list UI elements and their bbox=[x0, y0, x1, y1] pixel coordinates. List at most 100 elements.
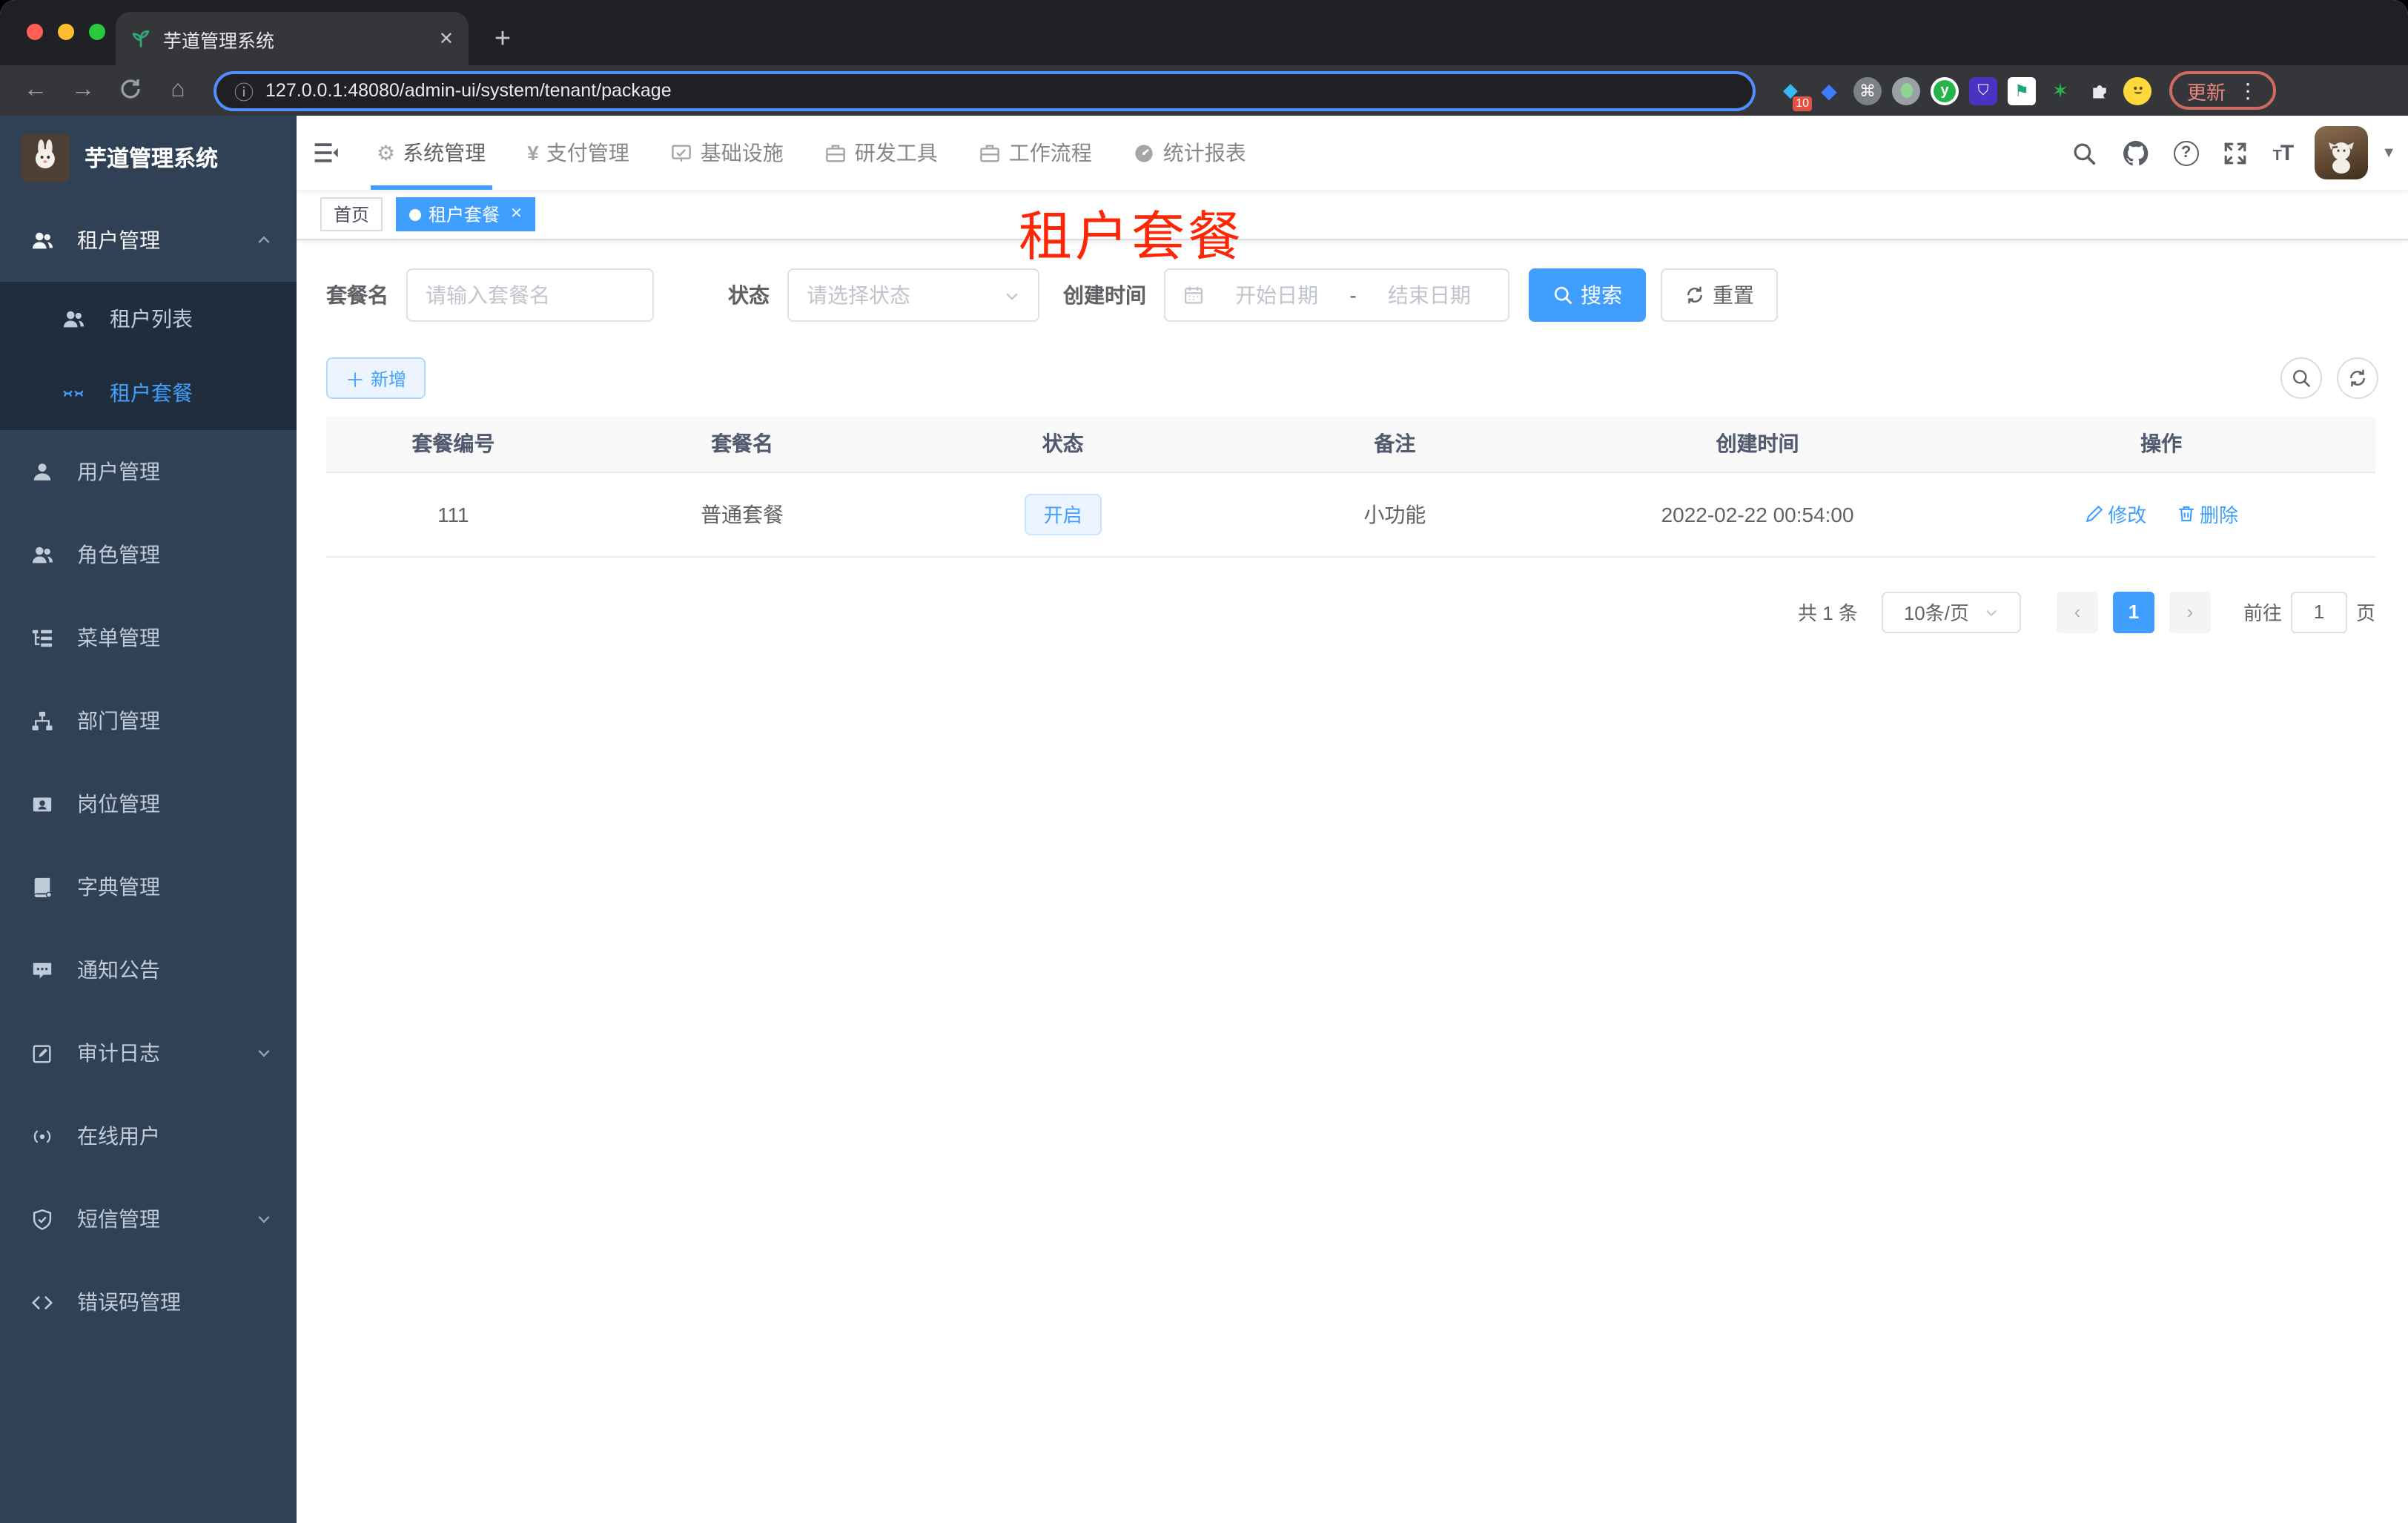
address-bar[interactable]: ⓘ 127.0.0.1:48080/admin-ui/system/tenant… bbox=[214, 70, 1756, 110]
current-page-button[interactable]: 1 bbox=[2112, 591, 2154, 632]
sidebar-item-tenant-management[interactable]: 租户管理 bbox=[0, 199, 297, 282]
delete-link[interactable]: 删除 bbox=[2176, 500, 2238, 528]
next-page-button[interactable]: › bbox=[2169, 591, 2211, 632]
close-window-button[interactable] bbox=[27, 24, 43, 40]
sidebar-item-dict-management[interactable]: 字典管理 bbox=[0, 845, 297, 928]
extensions-row: ◆ 10 ◆ ⌘ y ⛉ ⚑ ✶ bbox=[1776, 76, 2151, 110]
log-edit-icon bbox=[31, 1042, 53, 1064]
extension-smiley-icon[interactable] bbox=[2123, 76, 2151, 105]
zoom-window-button[interactable] bbox=[89, 24, 105, 40]
eyelash-icon bbox=[62, 382, 85, 404]
refresh-table-button[interactable] bbox=[2337, 357, 2378, 399]
extension-blue-diamond-icon[interactable]: ◆ 10 bbox=[1776, 76, 1812, 110]
sidebar-item-dept-management[interactable]: 部门管理 bbox=[0, 679, 297, 762]
sidebar-item-online-users[interactable]: 在线用户 bbox=[0, 1094, 297, 1177]
help-icon[interactable]: ? bbox=[2173, 140, 2199, 165]
home-button[interactable]: ⌂ bbox=[157, 77, 199, 104]
top-menu-label: 研发工具 bbox=[854, 141, 938, 165]
top-menu-system[interactable]: ⚙ 系统管理 bbox=[356, 116, 506, 190]
extension-gem-icon[interactable]: ◆ bbox=[1815, 76, 1843, 105]
sidebar-item-post-management[interactable]: 岗位管理 bbox=[0, 762, 297, 845]
top-menu-payment[interactable]: ¥ 支付管理 bbox=[506, 116, 650, 190]
sidebar-item-label: 租户套餐 bbox=[110, 381, 193, 405]
goto-page-input[interactable] bbox=[2290, 591, 2347, 632]
date-range-picker[interactable]: 开始日期 - 结束日期 bbox=[1164, 268, 1509, 322]
sidebar-item-role-management[interactable]: 角色管理 bbox=[0, 513, 297, 596]
browser-tab[interactable]: 芋道管理系统 ✕ bbox=[116, 12, 469, 65]
sidebar-item-sms-management[interactable]: 短信管理 bbox=[0, 1177, 297, 1261]
tab-close-icon[interactable]: ✕ bbox=[439, 28, 454, 49]
fullscreen-icon[interactable] bbox=[2221, 138, 2251, 168]
col-package-name: 套餐名 bbox=[580, 417, 904, 472]
end-date-placeholder[interactable]: 结束日期 bbox=[1369, 280, 1490, 310]
browser-menu-icon[interactable]: ⋮ bbox=[2237, 78, 2258, 103]
page-size-select[interactable]: 10条/页 bbox=[1881, 591, 2021, 632]
peoples-icon bbox=[31, 229, 53, 251]
avatar-caret-icon[interactable]: ▼ bbox=[2381, 145, 2396, 161]
puzzle-icon bbox=[2092, 85, 2106, 99]
extension-puzzle-icon[interactable] bbox=[2085, 76, 2113, 105]
search-button[interactable]: 搜索 bbox=[1529, 268, 1646, 322]
extension-grey-circle-icon[interactable] bbox=[1892, 76, 1920, 105]
sidebar-item-notice[interactable]: 通知公告 bbox=[0, 928, 297, 1011]
tag-close-icon[interactable]: ✕ bbox=[510, 206, 523, 222]
edit-pencil-icon bbox=[2085, 505, 2103, 523]
sidebar-menu: 租户管理 租户列表 租户套餐 用户管理 角色管理 菜单管理 部门管理 岗位管理 … bbox=[0, 199, 297, 1523]
extension-command-icon[interactable]: ⌘ bbox=[1853, 76, 1882, 105]
tag-tenant-package[interactable]: 租户套餐 ✕ bbox=[396, 197, 536, 231]
extension-green-flag-icon[interactable]: ⚑ bbox=[2008, 76, 2036, 105]
macos-traffic-lights[interactable] bbox=[27, 24, 105, 40]
sidebar-item-audit-log[interactable]: 审计日志 bbox=[0, 1011, 297, 1094]
browser-update-button[interactable]: 更新 ⋮ bbox=[2169, 71, 2277, 110]
site-info-icon[interactable]: ⓘ bbox=[234, 76, 254, 105]
table-toolbar: ＋ 新增 bbox=[326, 357, 2378, 399]
package-name-input[interactable]: 请输入套餐名 bbox=[406, 268, 654, 322]
add-button[interactable]: ＋ 新增 bbox=[326, 357, 426, 399]
sidebar-submenu-tenant: 租户列表 租户套餐 bbox=[0, 282, 297, 430]
tab-title: 芋道管理系统 bbox=[163, 30, 275, 51]
forward-button[interactable]: → bbox=[62, 77, 104, 104]
new-tab-button[interactable]: + bbox=[483, 24, 522, 56]
top-menu-dev-tools[interactable]: 研发工具 bbox=[804, 116, 959, 190]
sidebar-item-label: 租户列表 bbox=[110, 307, 193, 331]
hamburger-icon bbox=[314, 143, 338, 162]
start-date-placeholder[interactable]: 开始日期 bbox=[1216, 280, 1337, 310]
status-badge[interactable]: 开启 bbox=[1024, 493, 1102, 535]
sidebar-item-error-code[interactable]: 错误码管理 bbox=[0, 1261, 297, 1344]
font-size-icon[interactable]: TT bbox=[2273, 140, 2295, 165]
prev-page-button[interactable]: ‹ bbox=[2056, 591, 2098, 632]
reload-button[interactable] bbox=[110, 77, 151, 104]
toggle-search-button[interactable] bbox=[2280, 357, 2322, 399]
extension-green-star-icon[interactable]: ✶ bbox=[2046, 76, 2074, 105]
github-icon[interactable] bbox=[2122, 138, 2151, 168]
sidebar-collapse-button[interactable] bbox=[297, 139, 356, 166]
reload-icon bbox=[121, 79, 140, 99]
edit-link[interactable]: 修改 bbox=[2084, 500, 2146, 528]
table-header-row: 套餐编号 套餐名 状态 备注 创建时间 操作 bbox=[326, 417, 2375, 472]
status-select[interactable]: 请选择状态 bbox=[787, 268, 1039, 322]
user-avatar[interactable] bbox=[2315, 126, 2369, 179]
extension-y-green-icon[interactable]: y bbox=[1931, 76, 1959, 105]
sidebar-item-menu-management[interactable]: 菜单管理 bbox=[0, 596, 297, 679]
sidebar-item-label: 通知公告 bbox=[77, 958, 160, 982]
tag-home[interactable]: 首页 bbox=[320, 197, 383, 231]
sidebar-item-tenant-package[interactable]: 租户套餐 bbox=[0, 356, 297, 430]
calendar-icon bbox=[1183, 285, 1204, 305]
top-menu-report[interactable]: 统计报表 bbox=[1113, 116, 1267, 190]
extension-purple-shield-icon[interactable]: ⛉ bbox=[1969, 76, 1997, 105]
header-search-icon[interactable] bbox=[2070, 138, 2100, 168]
sidebar-item-user-management[interactable]: 用户管理 bbox=[0, 430, 297, 513]
sidebar-item-tenant-list[interactable]: 租户列表 bbox=[0, 282, 297, 356]
sidebar-logo[interactable]: 芋道管理系统 bbox=[0, 116, 297, 199]
table-tool-buttons bbox=[2280, 357, 2378, 399]
reset-button[interactable]: 重置 bbox=[1661, 268, 1778, 322]
minimize-window-button[interactable] bbox=[58, 24, 74, 40]
back-button[interactable]: ← bbox=[15, 77, 56, 104]
sidebar-item-label: 字典管理 bbox=[77, 875, 160, 899]
briefcase-icon bbox=[979, 142, 1002, 164]
tags-view-bar: 首页 租户套餐 ✕ bbox=[297, 190, 2408, 240]
top-menu-infrastructure[interactable]: 基础设施 bbox=[650, 116, 804, 190]
top-menu-workflow[interactable]: 工作流程 bbox=[959, 116, 1113, 190]
create-time-label: 创建时间 bbox=[1063, 283, 1146, 307]
active-tag-dot bbox=[409, 208, 422, 220]
